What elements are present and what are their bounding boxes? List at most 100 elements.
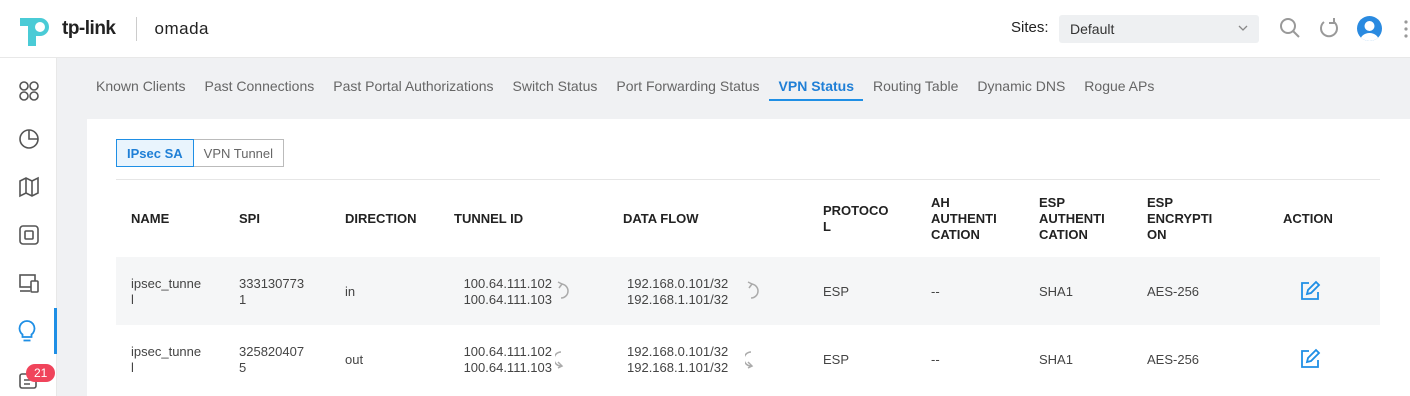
cell-name-line: ipsec_tunne bbox=[131, 276, 202, 291]
col-esp-auth-line: ESP bbox=[1039, 195, 1066, 210]
vpn-status-panel: IPsec SA VPN Tunnel NAME SPI DIRECTION T… bbox=[87, 119, 1410, 396]
grid-icon bbox=[18, 81, 39, 101]
edit-icon[interactable] bbox=[1299, 348, 1321, 370]
product-name: omada bbox=[154, 19, 209, 38]
col-esp-encryption[interactable]: ESP ENCRYPTI ON bbox=[1147, 195, 1212, 243]
cell-spi: 325820407 5 bbox=[239, 344, 304, 376]
cell-ah: -- bbox=[931, 352, 940, 367]
cell-name-line: l bbox=[131, 292, 134, 307]
site-select[interactable]: Default bbox=[1059, 15, 1259, 43]
device-icon bbox=[18, 225, 39, 245]
cell-spi-line: 5 bbox=[239, 360, 247, 375]
brand-logo[interactable]: tp-link omada bbox=[18, 10, 209, 48]
col-protocol-line: L bbox=[823, 219, 831, 234]
clients-icon bbox=[18, 274, 39, 293]
user-icon bbox=[1360, 21, 1379, 41]
logo-divider bbox=[135, 17, 137, 41]
tab-routing-table[interactable]: Routing Table bbox=[863, 74, 967, 101]
sidebar-item-clients[interactable] bbox=[0, 260, 57, 306]
cell-flow-line: 192.168.0.101/32 bbox=[627, 344, 729, 359]
tab-past-connections[interactable]: Past Connections bbox=[195, 74, 324, 101]
col-tunnel-id[interactable]: TUNNEL ID bbox=[454, 211, 523, 227]
cell-esp-enc: AES-256 bbox=[1147, 352, 1200, 367]
col-esp-auth-line: CATION bbox=[1039, 227, 1088, 242]
cell-tunnel-line: 100.64.111.103 bbox=[463, 360, 552, 375]
col-protocol[interactable]: PROTOCO L bbox=[823, 203, 889, 235]
view-toggle: IPsec SA VPN Tunnel bbox=[116, 139, 285, 167]
tab-dynamic-dns[interactable]: Dynamic DNS bbox=[967, 74, 1074, 101]
cell-data-flow: 192.168.0.101/32 192.168.1.101/32 bbox=[627, 276, 728, 308]
sites-label: Sites: bbox=[1011, 19, 1049, 36]
ipsec-sa-button[interactable]: IPsec SA bbox=[116, 139, 194, 167]
col-name[interactable]: NAME bbox=[131, 211, 169, 227]
col-esp-auth-line: AUTHENTI bbox=[1039, 211, 1105, 226]
top-header: tp-link omada Sites: Default bbox=[0, 0, 1410, 58]
cell-ah: -- bbox=[931, 284, 940, 299]
swap-icon bbox=[747, 281, 759, 299]
col-esp-authentication[interactable]: ESP AUTHENTI CATION bbox=[1039, 195, 1105, 243]
cell-flow-line: 192.168.1.101/32 bbox=[627, 292, 729, 307]
more-vertical-icon[interactable] bbox=[1402, 19, 1410, 39]
sidebar-item-statistics[interactable] bbox=[0, 116, 57, 162]
cell-tunnel-line: 100.64.111.102 bbox=[463, 276, 552, 291]
sidebar-item-devices[interactable] bbox=[0, 212, 57, 258]
pie-chart-icon bbox=[18, 129, 39, 149]
vpn-tunnel-button[interactable]: VPN Tunnel bbox=[193, 139, 285, 167]
cell-spi-line: 1 bbox=[239, 292, 247, 307]
tplink-logo-icon bbox=[18, 10, 58, 48]
tab-rogue-aps[interactable]: Rogue APs bbox=[1074, 74, 1163, 101]
cell-name: ipsec_tunne l bbox=[131, 344, 201, 376]
cell-spi: 333130773 1 bbox=[239, 276, 304, 308]
col-ah-line: CATION bbox=[931, 227, 980, 242]
col-ah-authentication[interactable]: AH AUTHENTI CATION bbox=[931, 195, 997, 243]
table-header: NAME SPI DIRECTION TUNNEL ID DATA FLOW P… bbox=[116, 179, 1380, 257]
cell-tunnel-line: 100.64.111.102 bbox=[463, 344, 552, 359]
cell-esp-enc: AES-256 bbox=[1147, 284, 1200, 299]
col-ah-line: AH bbox=[931, 195, 950, 210]
lightbulb-icon bbox=[18, 320, 36, 342]
brand-name: tp-link bbox=[62, 18, 116, 39]
insight-tabs: Known Clients Past Connections Past Port… bbox=[86, 74, 1163, 101]
swap-icon bbox=[557, 281, 569, 299]
col-esp-enc-line: ENCRYPTI bbox=[1147, 211, 1213, 226]
cell-spi-line: 333130773 bbox=[239, 276, 305, 291]
cell-tunnel-id: 100.64.111.102 100.64.111.103 bbox=[450, 276, 552, 308]
sidebar-item-insight[interactable] bbox=[0, 308, 57, 354]
cell-protocol: ESP bbox=[823, 352, 850, 367]
tab-known-clients[interactable]: Known Clients bbox=[86, 74, 195, 101]
cell-esp-auth: SHA1 bbox=[1039, 352, 1073, 367]
sidebar-item-map[interactable] bbox=[0, 164, 57, 210]
cell-tunnel-id: 100.64.111.102 100.64.111.103 bbox=[450, 344, 552, 376]
map-icon bbox=[18, 176, 39, 198]
cell-protocol: ESP bbox=[823, 284, 850, 299]
tab-past-portal-authorizations[interactable]: Past Portal Authorizations bbox=[323, 74, 502, 101]
edit-icon[interactable] bbox=[1299, 280, 1321, 302]
cell-spi-line: 325820407 bbox=[239, 344, 305, 359]
col-ah-line: AUTHENTI bbox=[931, 211, 997, 226]
cell-flow-line: 192.168.1.101/32 bbox=[627, 360, 729, 375]
table-row: ipsec_tunne l 333130773 1 in 100.64.111.… bbox=[116, 257, 1380, 325]
sidebar: 21 bbox=[0, 58, 57, 396]
cell-esp-auth: SHA1 bbox=[1039, 284, 1073, 299]
cell-name-line: l bbox=[131, 360, 134, 375]
chevron-down-icon bbox=[1238, 25, 1248, 31]
col-data-flow[interactable]: DATA FLOW bbox=[623, 211, 699, 227]
cell-tunnel-line: 100.64.111.103 bbox=[463, 292, 552, 307]
cell-name-line: ipsec_tunne bbox=[131, 344, 202, 359]
col-esp-enc-line: ESP bbox=[1147, 195, 1174, 210]
cell-flow-line: 192.168.0.101/32 bbox=[627, 276, 729, 291]
cell-data-flow: 192.168.0.101/32 192.168.1.101/32 bbox=[627, 344, 728, 376]
col-spi[interactable]: SPI bbox=[239, 211, 260, 227]
tab-vpn-status[interactable]: VPN Status bbox=[768, 74, 864, 101]
search-icon[interactable] bbox=[1279, 16, 1301, 40]
site-select-value: Default bbox=[1070, 21, 1115, 37]
sidebar-item-dashboard[interactable] bbox=[0, 68, 57, 114]
col-direction[interactable]: DIRECTION bbox=[345, 211, 417, 227]
log-count-badge: 21 bbox=[26, 364, 56, 382]
tab-switch-status[interactable]: Switch Status bbox=[503, 74, 607, 101]
refresh-icon[interactable] bbox=[1318, 16, 1340, 40]
tab-port-forwarding-status[interactable]: Port Forwarding Status bbox=[606, 74, 768, 101]
avatar[interactable] bbox=[1357, 16, 1382, 41]
swap-icon bbox=[555, 351, 564, 369]
cell-direction: in bbox=[345, 284, 356, 299]
